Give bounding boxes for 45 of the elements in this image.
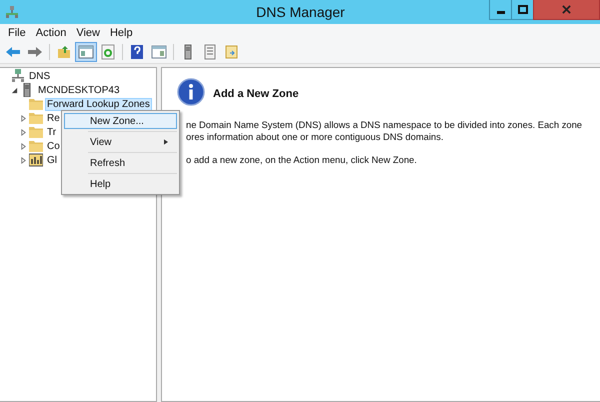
menu-item[interactable]: File [3,26,31,38]
context-menu-item[interactable]: View [64,134,177,150]
instruction-text: o add a new zone, on the Action menu, click New Zone. [185,154,417,166]
expand-arrow-icon[interactable] [20,156,27,164]
folder-up-icon [56,44,72,60]
tree-item[interactable]: Forward Lookup Zones [45,98,152,110]
app-icon [5,5,19,19]
folder-icon [29,139,43,153]
description-text: ores information about one or more contiguous DNS domains. [185,131,444,143]
console-tree-icon [78,44,94,60]
minimize-button[interactable] [489,0,512,20]
menu-item[interactable]: View [71,26,105,38]
info-icon [177,78,205,106]
details-title: Add a New Zone [213,88,299,100]
forward-arrow-icon [27,44,43,60]
tree-item[interactable]: Co [45,140,62,152]
tree-item[interactable]: Tr [45,126,58,138]
log-icon [29,153,43,167]
context-menu-item[interactable]: New Zone... [64,113,177,129]
window-title: DNS Manager [256,4,345,20]
folder-icon [29,97,43,111]
network-icon [11,69,25,83]
tree-item[interactable]: Gl [45,154,59,166]
collapse-arrow-icon[interactable] [11,86,18,94]
export-icon [224,44,240,60]
help-icon [129,44,145,60]
tree-item[interactable]: MCNDESKTOP43 [36,84,122,96]
folder-icon [29,125,43,139]
folder-icon [29,111,43,125]
console-tree-button[interactable] [75,42,97,62]
list-icon [202,44,218,60]
panel-icon [151,44,167,60]
expand-arrow-icon[interactable] [20,114,27,122]
refresh-icon [100,44,116,60]
description-text: ne Domain Name System (DNS) allows a DNS namespace to be divided into zones. Each zone [185,119,582,131]
expand-arrow-icon[interactable] [20,142,27,150]
tree-item[interactable]: DNS [27,70,52,82]
context-menu-item[interactable]: Help [64,176,177,192]
back-arrow-icon [5,44,21,60]
menu-item[interactable]: Help [104,26,138,38]
context-menu-item[interactable]: Refresh [64,155,177,171]
menu-item[interactable]: Action [30,26,72,38]
close-icon [562,5,571,14]
tree-item[interactable]: Re [45,112,62,124]
expand-arrow-icon[interactable] [20,128,27,136]
